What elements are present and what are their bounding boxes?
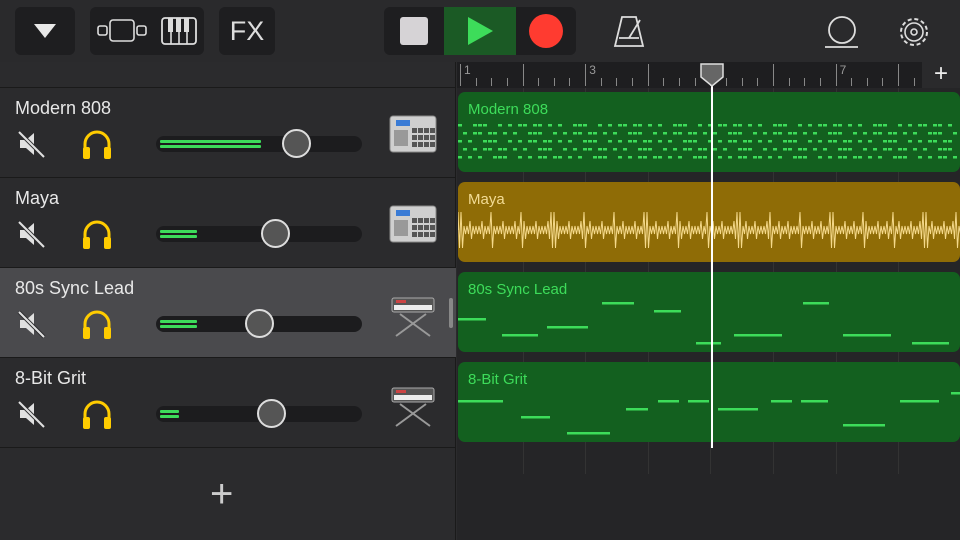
ruler-tick xyxy=(679,78,680,86)
volume-knob[interactable] xyxy=(245,309,274,338)
bar-number: 7 xyxy=(839,63,847,77)
bar-number: 3 xyxy=(589,63,596,77)
level-meter xyxy=(160,145,261,148)
ruler-tick xyxy=(851,78,853,86)
ruler-tick xyxy=(632,78,633,86)
synth-keyboard-icon[interactable] xyxy=(386,380,440,430)
region[interactable]: 80s Sync Lead xyxy=(458,272,960,352)
mute-speaker-icon[interactable] xyxy=(16,308,48,340)
level-meter xyxy=(160,415,179,418)
triangle-down-icon xyxy=(34,24,56,38)
region[interactable]: Modern 808 xyxy=(458,92,960,172)
mute-speaker-icon[interactable] xyxy=(16,128,48,160)
track-headers: Modern 808 Maya 80s Sync Lead 8-Bit Grit… xyxy=(0,62,456,540)
ruler-tick xyxy=(538,78,540,86)
resize-handle[interactable] xyxy=(449,298,453,328)
volume-slider[interactable] xyxy=(156,129,362,158)
ruler-tick xyxy=(741,78,743,86)
fx-button[interactable]: FX xyxy=(219,7,275,55)
track-name: Modern 808 xyxy=(15,98,112,118)
ruler-tick xyxy=(569,78,571,86)
solo-headphones-icon[interactable] xyxy=(80,398,114,432)
volume-knob[interactable] xyxy=(282,129,312,158)
ruler-tick xyxy=(882,78,884,86)
ruler-tick xyxy=(694,78,696,86)
ruler-tick xyxy=(460,64,461,86)
drum-machine-icon[interactable] xyxy=(386,110,440,160)
region-label: 80s Sync Lead xyxy=(468,281,568,298)
region-label: Maya xyxy=(468,191,505,208)
stop-icon xyxy=(400,17,428,45)
volume-knob[interactable] xyxy=(257,399,287,428)
mute-speaker-icon[interactable] xyxy=(16,398,48,430)
level-meter xyxy=(160,320,198,323)
track-header[interactable]: 80s Sync Lead xyxy=(0,268,456,358)
keyboard-icon xyxy=(161,17,197,45)
toolbar: FX xyxy=(0,0,960,62)
add-track-button[interactable]: + xyxy=(210,472,233,517)
ruler-tick xyxy=(600,78,602,86)
track-header[interactable]: 8-Bit Grit xyxy=(0,358,456,448)
ruler-tick xyxy=(788,78,790,86)
metronome-icon[interactable] xyxy=(612,14,646,48)
track-name: 8-Bit Grit xyxy=(15,368,87,388)
arrangement-area: + 1357 Modern 808Maya80s Sync Lead8-Bit … xyxy=(457,62,960,540)
volume-slider[interactable] xyxy=(156,309,362,338)
ruler-tick xyxy=(663,78,665,86)
playhead-handle-icon[interactable] xyxy=(700,63,724,87)
play-icon xyxy=(468,17,493,45)
volume-slider[interactable] xyxy=(156,219,362,248)
record-icon xyxy=(529,14,563,48)
region[interactable]: Maya xyxy=(458,182,960,262)
region[interactable]: 8-Bit Grit xyxy=(458,362,960,442)
drum-machine-icon[interactable] xyxy=(386,200,440,250)
ruler-tick xyxy=(866,78,868,86)
solo-headphones-icon[interactable] xyxy=(80,308,114,342)
ruler-tick xyxy=(522,64,524,86)
stop-button[interactable] xyxy=(384,7,444,55)
ruler-tick xyxy=(726,78,727,86)
solo-headphones-icon[interactable] xyxy=(80,128,114,162)
loop-browser-icon[interactable] xyxy=(822,14,860,50)
volume-slider[interactable] xyxy=(156,399,362,428)
view-toggle[interactable] xyxy=(90,7,204,55)
record-button[interactable] xyxy=(516,7,576,55)
tracks-view-icon xyxy=(97,19,147,42)
ruler-tick xyxy=(585,64,587,86)
ruler-tick xyxy=(553,78,555,86)
volume-knob[interactable] xyxy=(261,219,291,248)
my-songs-button[interactable] xyxy=(15,7,75,55)
play-button[interactable] xyxy=(444,7,516,55)
ruler-tick xyxy=(835,64,837,86)
level-meter xyxy=(160,235,198,238)
track-header[interactable]: Modern 808 xyxy=(0,88,456,178)
settings-gear-icon[interactable] xyxy=(896,14,932,50)
ruler-tick xyxy=(616,78,618,86)
region-label: Modern 808 xyxy=(468,101,549,118)
track-name: 80s Sync Lead xyxy=(15,278,135,298)
level-meter xyxy=(160,410,179,413)
track-name: Maya xyxy=(15,188,60,208)
level-meter xyxy=(160,140,261,143)
bar-number: 1 xyxy=(464,63,471,77)
ruler-tick xyxy=(506,78,508,86)
ruler-tick xyxy=(804,78,806,86)
ruler-tick xyxy=(773,64,774,86)
add-section-button[interactable]: + xyxy=(922,62,960,88)
ruler-tick xyxy=(819,78,821,86)
mute-speaker-icon[interactable] xyxy=(16,218,48,250)
synth-keyboard-icon[interactable] xyxy=(386,290,440,340)
ruler-tick xyxy=(757,78,759,86)
level-meter xyxy=(160,325,198,328)
ruler-tick xyxy=(647,64,649,86)
solo-headphones-icon[interactable] xyxy=(80,218,114,252)
ruler-tick xyxy=(913,78,915,86)
level-meter xyxy=(160,230,198,233)
playhead[interactable] xyxy=(700,63,724,448)
ruler-tick xyxy=(898,64,900,86)
track-header[interactable]: Maya xyxy=(0,178,456,268)
ruler-tick xyxy=(475,78,477,86)
region-label: 8-Bit Grit xyxy=(468,371,528,388)
ruler-tick xyxy=(491,78,493,86)
